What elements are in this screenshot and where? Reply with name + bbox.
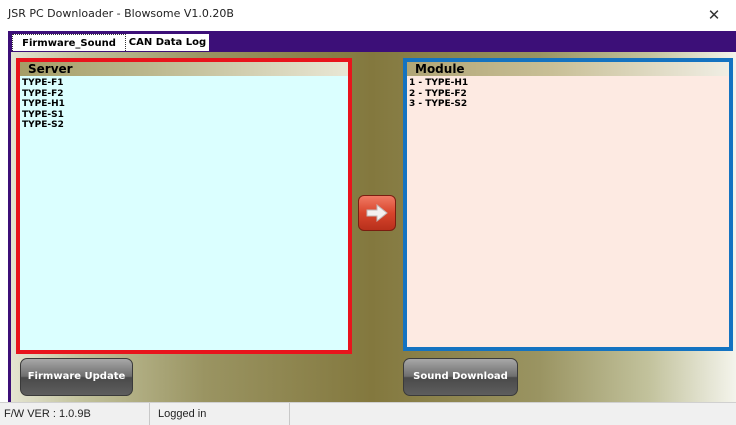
title-bar: JSR PC Downloader - Blowsome V1.0.20B ✕ <box>0 0 736 30</box>
login-status-label: Logged in <box>150 403 290 425</box>
tab-firmware-sound[interactable]: Firmware_Sound <box>12 34 126 51</box>
sound-download-button[interactable]: Sound Download <box>403 358 518 396</box>
transfer-to-module-button[interactable] <box>358 195 396 231</box>
list-item[interactable]: TYPE-S2 <box>22 120 65 131</box>
list-item[interactable]: TYPE-F2 <box>22 89 65 100</box>
left-frame-border <box>8 52 11 402</box>
list-item[interactable]: 2 - TYPE-F2 <box>409 89 468 100</box>
module-panel-header: Module <box>407 62 729 76</box>
list-item[interactable]: 1 - TYPE-H1 <box>409 78 468 89</box>
module-panel: Module 1 - TYPE-H1 2 - TYPE-F2 3 - TYPE-… <box>403 58 733 351</box>
module-list[interactable]: 1 - TYPE-H1 2 - TYPE-F2 3 - TYPE-S2 <box>409 78 468 110</box>
firmware-update-button[interactable]: Firmware Update <box>20 358 133 396</box>
app-window: JSR PC Downloader - Blowsome V1.0.20B ✕ … <box>0 0 736 425</box>
list-item[interactable]: TYPE-F1 <box>22 78 65 89</box>
server-panel: Server TYPE-F1 TYPE-F2 TYPE-H1 TYPE-S1 T… <box>16 58 352 354</box>
window-title: JSR PC Downloader - Blowsome V1.0.20B <box>8 7 234 20</box>
list-item[interactable]: TYPE-H1 <box>22 99 65 110</box>
arrow-right-icon <box>366 204 388 222</box>
server-list[interactable]: TYPE-F1 TYPE-F2 TYPE-H1 TYPE-S1 TYPE-S2 <box>22 78 65 131</box>
list-item[interactable]: TYPE-S1 <box>22 110 65 121</box>
tab-strip: Firmware_Sound CAN Data Log <box>8 31 736 52</box>
list-item[interactable]: 3 - TYPE-S2 <box>409 99 468 110</box>
firmware-version-label: F/W VER : 1.0.9B <box>0 403 150 425</box>
server-panel-header: Server <box>20 62 348 76</box>
close-button[interactable]: ✕ <box>692 0 736 30</box>
status-bar: F/W VER : 1.0.9B Logged in <box>0 402 736 425</box>
tab-can-data-log[interactable]: CAN Data Log <box>126 34 209 51</box>
